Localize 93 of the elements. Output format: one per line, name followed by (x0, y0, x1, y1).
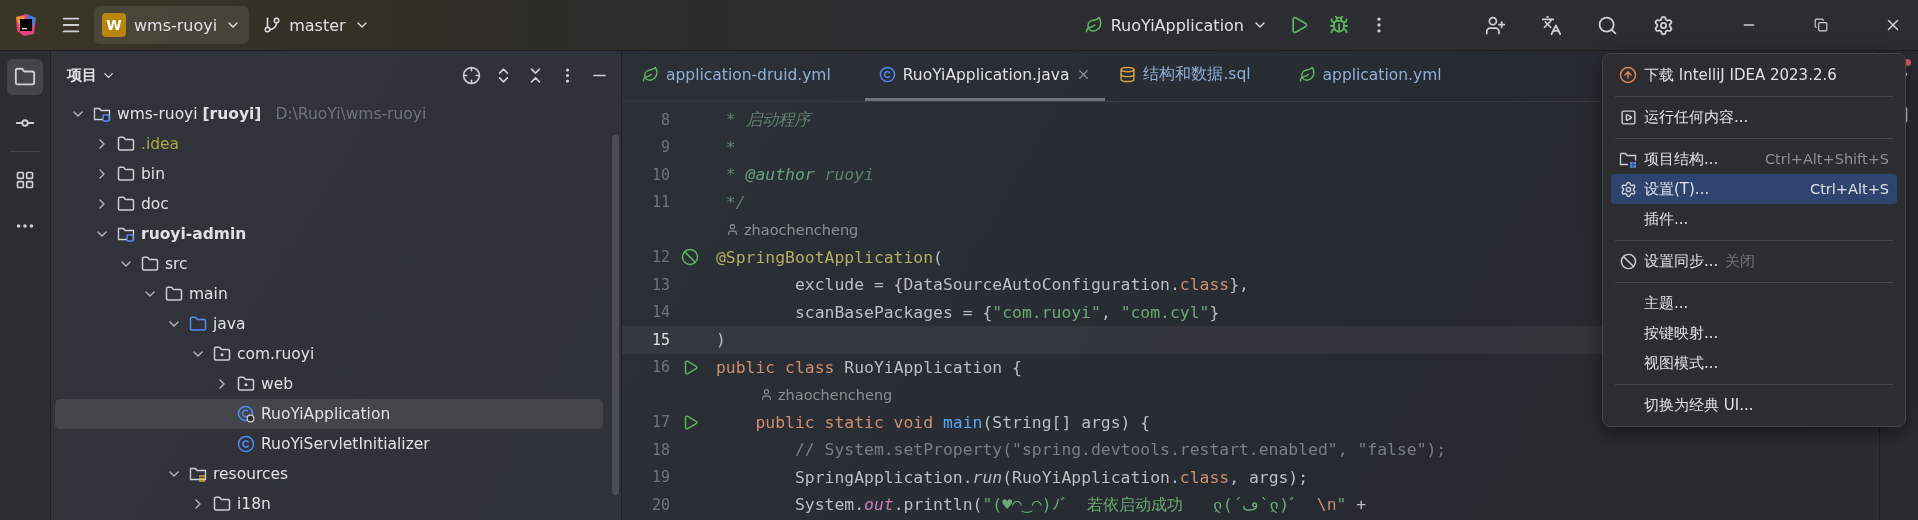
tree-item[interactable]: src (55, 249, 603, 279)
tree-item[interactable]: doc (55, 189, 603, 219)
line-number: 8 (659, 110, 670, 129)
run-window-icon (1619, 108, 1637, 126)
tree-item[interactable]: .idea (55, 129, 603, 159)
tree-item[interactable]: com.ruoyi (55, 339, 603, 369)
database-icon (1119, 66, 1137, 83)
leaf-icon (1298, 66, 1316, 83)
folder-icon (213, 495, 231, 513)
folder-icon (141, 255, 159, 273)
class-icon (237, 435, 255, 453)
code-line: @SpringBootApplication( (716, 247, 943, 267)
folder-icon (117, 135, 135, 153)
menu-item[interactable]: 视图模式... (1611, 348, 1897, 378)
shortcut-label: Ctrl+Alt+S (1810, 181, 1889, 197)
tree-item[interactable]: RuoYiApplication (55, 399, 603, 429)
tree-item[interactable]: main (55, 279, 603, 309)
line-number: 10 (650, 165, 670, 184)
folder-icon[interactable] (7, 59, 43, 95)
line-number: 18 (650, 440, 670, 459)
project-badge: W (102, 13, 126, 37)
line-number: 19 (650, 468, 670, 487)
project-structure-icon (1619, 150, 1637, 168)
code-line: public class RuoYiApplication { (716, 357, 1022, 377)
status-hint: 关闭 (1725, 251, 1756, 271)
run-configuration[interactable]: RuoYiApplication (1076, 6, 1276, 44)
branch-icon (263, 16, 282, 34)
code-line: scanBasePackages = {"com.ruoyi", "com.cyl"} (793, 302, 1220, 322)
code-line: ) (716, 330, 726, 350)
tree-item[interactable]: web (55, 369, 603, 399)
menu-item[interactable]: 主题... (1611, 288, 1897, 318)
code-line: SpringApplication.run(RuoYiApplication.class, args); (793, 467, 1309, 487)
person-icon (726, 223, 739, 237)
code-line: * @author ruoyi (724, 165, 874, 185)
app-logo[interactable] (14, 13, 38, 37)
tree-item[interactable]: ruoyi-admin (55, 219, 603, 249)
panel-title[interactable]: 项目 (67, 65, 116, 85)
leaf-icon (1084, 16, 1103, 34)
tree-item[interactable]: wms-ruoyi [ruoyi] D:\RuoYi\wms-ruoyi (55, 99, 603, 129)
tree-item[interactable]: bin (55, 159, 603, 189)
author-hint[interactable]: zhaochencheng (726, 221, 859, 238)
line-number: 20 (650, 495, 670, 514)
settings-icon (1619, 180, 1637, 198)
runnable-class-icon (237, 405, 255, 423)
branch-selector[interactable]: master (255, 6, 378, 44)
editor-tab[interactable]: 结构和数据.sql (1105, 51, 1265, 101)
editor-tab[interactable]: application.yml (1284, 51, 1456, 101)
module-folder-icon (93, 105, 111, 123)
folder-icon (117, 195, 135, 213)
line-number: 11 (650, 193, 670, 212)
folder-icon (165, 285, 183, 303)
menu-item[interactable]: 设置(T)... Ctrl+Alt+S (1611, 174, 1897, 204)
folder-icon (117, 165, 135, 183)
line-number: 13 (650, 275, 670, 294)
editor-tab[interactable]: application-druid.yml (628, 51, 845, 101)
author-hint[interactable]: zhaochencheng (760, 386, 893, 403)
line-number: 17 (650, 413, 670, 432)
code-line: public static void main(String[] args) { (754, 412, 1151, 432)
editor-tab[interactable]: RuoYiApplication.java (864, 51, 1106, 101)
code-line: */ (724, 192, 746, 212)
project-selector[interactable]: W wms-ruoyi (94, 6, 250, 44)
tree-item[interactable]: resources (55, 459, 603, 489)
disabled-icon (1619, 252, 1637, 270)
menu-item[interactable]: 项目结构... Ctrl+Alt+Shift+S (1611, 144, 1897, 174)
tree-item[interactable]: java (55, 309, 603, 339)
person-icon (760, 388, 773, 402)
tree-item[interactable]: RuoYiServletInitializer (55, 429, 603, 459)
shortcut-label: Ctrl+Alt+Shift+S (1764, 151, 1889, 167)
menu-item[interactable]: 按键映射... (1611, 318, 1897, 348)
update-icon (1619, 66, 1637, 84)
menu-item[interactable]: 运行任何内容... (1611, 102, 1897, 132)
scrollbar[interactable] (612, 135, 619, 495)
line-number: 14 (650, 303, 670, 322)
code-line: // System.setProperty("spring.devtools.restart.enabled", "false"); (793, 440, 1447, 460)
module-folder-icon (117, 225, 135, 243)
leaf-icon (642, 66, 659, 83)
menu-item[interactable]: 下载 IntelliJ IDEA 2023.2.6 (1611, 60, 1897, 90)
line-number: 9 (659, 138, 670, 157)
menu-item[interactable]: 插件... (1611, 204, 1897, 234)
resources-folder-icon (189, 465, 207, 483)
menu-item[interactable]: 切换为经典 UI... (1611, 390, 1897, 420)
code-line: exclude = {DataSourceAutoConfiguration.class}, (793, 275, 1249, 295)
class-icon (878, 66, 896, 83)
package-icon (237, 375, 255, 393)
line-number: 15 (650, 330, 670, 349)
menu-item[interactable]: 设置同步... 关闭 (1611, 246, 1897, 276)
folder-icon (189, 315, 207, 333)
path-hint: D:\RuoYi\wms-ruoyi (275, 105, 427, 123)
code-line: * (724, 137, 736, 157)
package-icon (213, 345, 231, 363)
tree-item[interactable]: i18n (55, 489, 603, 519)
line-number: 16 (650, 358, 670, 377)
line-number: 12 (650, 248, 670, 267)
